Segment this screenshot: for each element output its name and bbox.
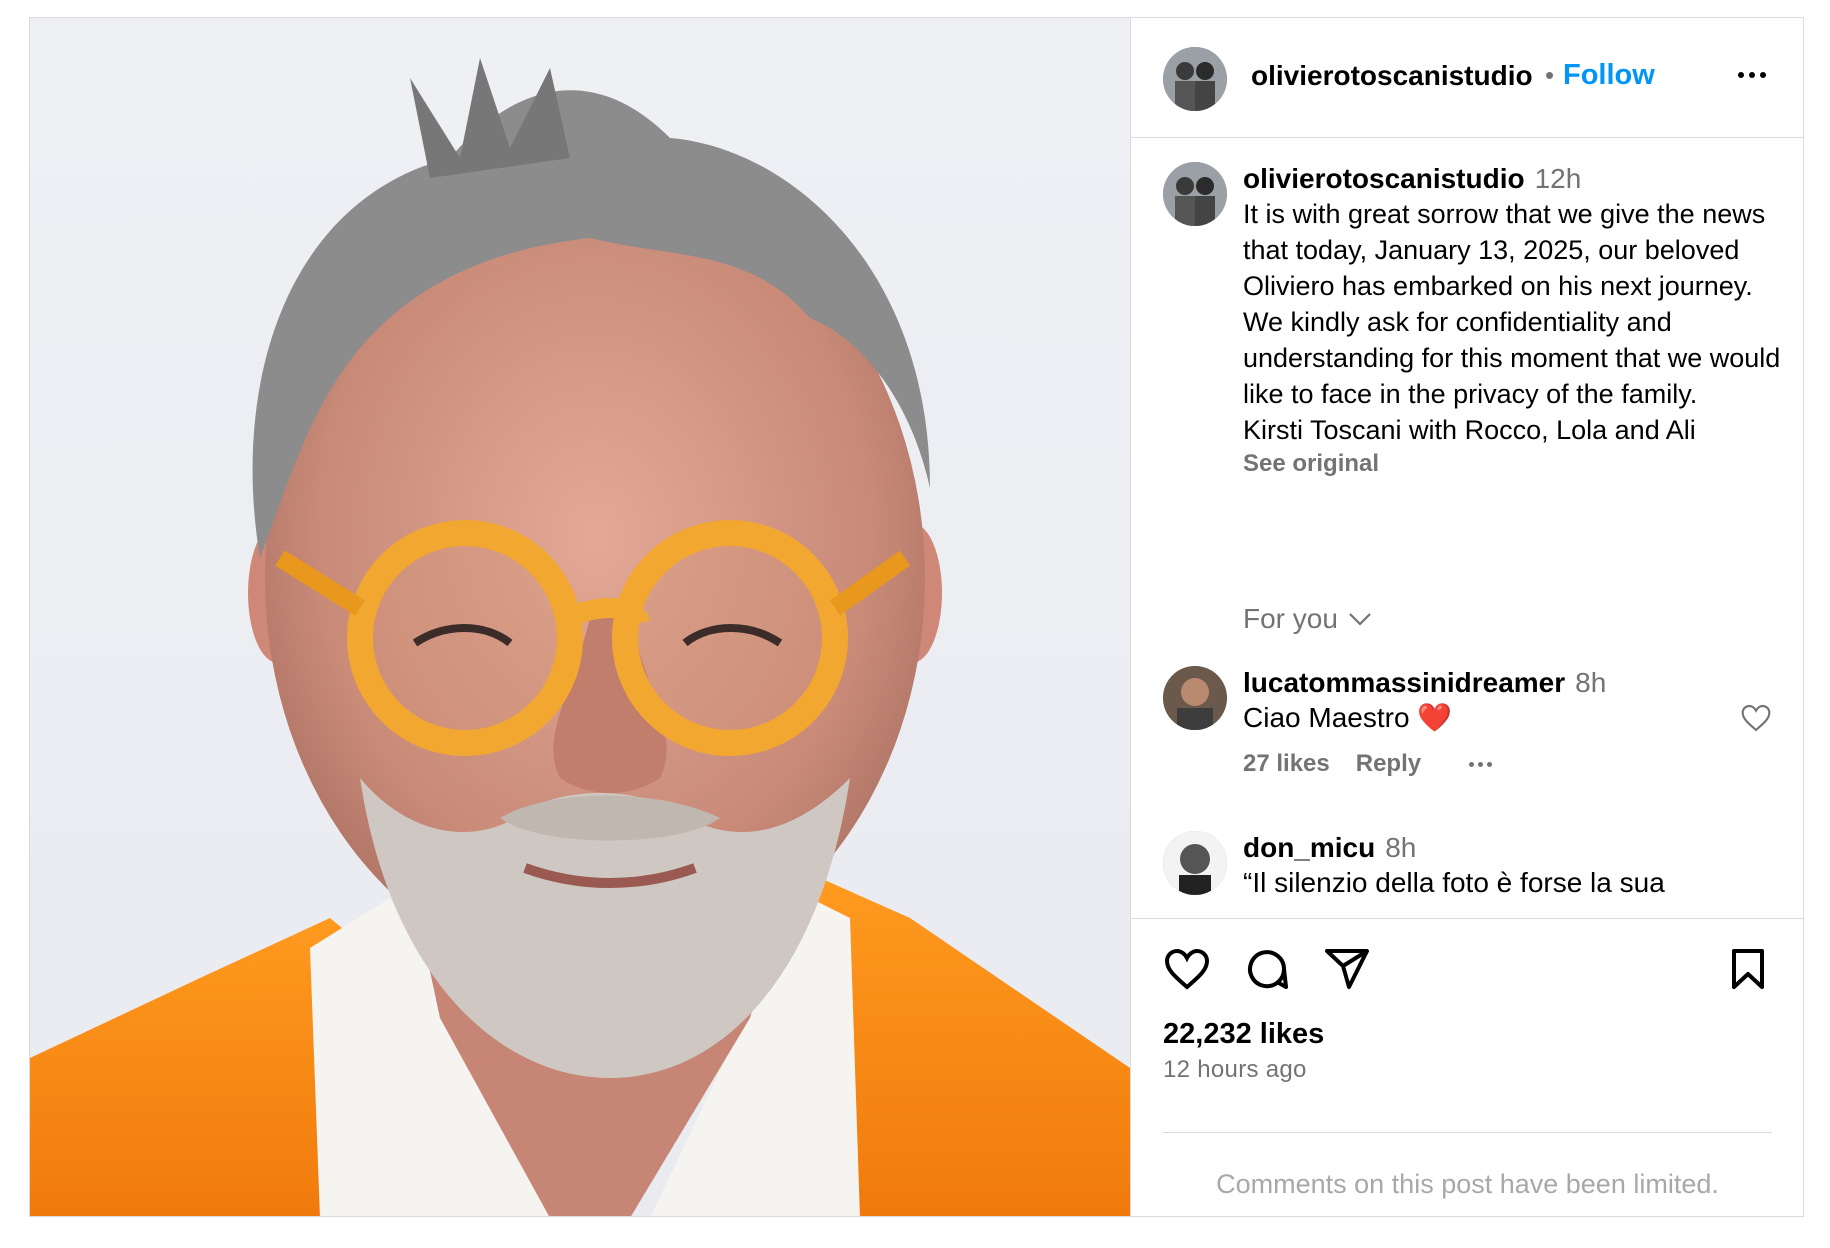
caption-body: olivierotoscanistudio 12h It is with grea… [1243,162,1783,478]
instagram-post: olivierotoscanistudio • Follow olivierot… [29,17,1804,1217]
caption-text: It is with great sorrow that we give the… [1243,196,1783,448]
likes-count[interactable]: 22,232 likes [1163,1018,1324,1051]
more-horizontal-icon [1732,60,1772,90]
avatar-photo-icon [1163,831,1227,895]
avatar-photo-icon [1163,47,1227,111]
comment-username[interactable]: don_micu [1243,832,1375,863]
caption-paragraph: Kirsti Toscani with Rocco, Lola and Ali [1243,415,1696,445]
commenter-avatar[interactable] [1163,831,1227,895]
caption-time[interactable]: 12h [1535,163,1582,194]
comments-limited-notice: Comments on this post have been limited. [1216,1169,1719,1199]
comment-text: Ciao Maestro ❤️ [1243,702,1453,733]
comment-head: don_micu 8h [1243,831,1723,865]
caption-paragraph: It is with great sorrow that we give the… [1243,199,1766,301]
divider [1163,1132,1772,1133]
comment-like-heart-icon[interactable] [1740,702,1772,734]
author-username[interactable]: olivierotoscanistudio [1251,60,1533,92]
comment-more-icon[interactable] [1469,761,1493,767]
comment-filter-dropdown[interactable]: For you [1243,603,1372,635]
portrait-illustration [30,58,1130,1216]
post-header: olivierotoscanistudio • Follow [1131,18,1803,138]
heart-icon[interactable] [1163,945,1211,993]
caption-username[interactable]: olivierotoscanistudio [1243,163,1525,194]
commenter-avatar[interactable] [1163,666,1227,730]
chevron-down-icon [1349,613,1371,626]
bookmark-icon[interactable] [1724,945,1772,993]
send-icon[interactable] [1323,945,1371,993]
post-side-panel: olivierotoscanistudio • Follow olivierot… [1130,18,1803,1216]
caption-paragraph: We kindly ask for confidentiality and un… [1243,307,1781,409]
comment-icon[interactable] [1243,945,1291,993]
comment-username[interactable]: lucatommassinidreamer [1243,667,1565,698]
avatar-photo-icon [1163,666,1227,730]
comments-scroll-area[interactable]: olivierotoscanistudio 12h It is with grea… [1131,138,1803,919]
avatar-photo-icon [1163,162,1227,226]
author-avatar[interactable] [1163,47,1227,111]
post-actions: 22,232 likes 12 hours ago Comments on th… [1131,919,1803,1216]
comment-head: lucatommassinidreamer 8h [1243,666,1723,700]
filter-label: For you [1243,603,1338,634]
separator-dot: • [1545,60,1555,90]
caption-author-avatar[interactable] [1163,162,1227,226]
follow-button[interactable]: Follow [1563,59,1655,92]
reply-button[interactable]: Reply [1356,750,1421,778]
comment-time[interactable]: 8h [1575,667,1606,698]
post-photo[interactable] [30,18,1130,1216]
comment-text: “Il silenzio della foto è forse la sua [1243,867,1665,898]
post-timestamp[interactable]: 12 hours ago [1163,1056,1307,1084]
comment-actions: 27 likes Reply [1243,750,1723,778]
comment-body: lucatommassinidreamer 8h Ciao Maestro ❤️ … [1243,666,1723,778]
comment-time[interactable]: 8h [1385,832,1416,863]
comment-likes[interactable]: 27 likes [1243,750,1330,778]
caption-head: olivierotoscanistudio 12h [1243,162,1783,196]
comment-body: don_micu 8h “Il silenzio della foto è for… [1243,831,1723,901]
more-options-button[interactable] [1732,60,1772,90]
see-original-link[interactable]: See original [1243,450,1783,478]
